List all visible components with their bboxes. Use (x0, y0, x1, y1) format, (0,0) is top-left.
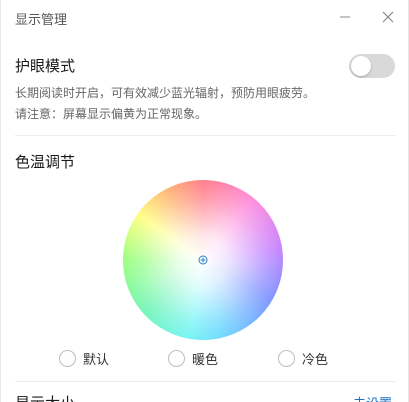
close-button[interactable] (374, 4, 402, 30)
radio-label: 暖色 (192, 353, 219, 368)
divider (15, 135, 396, 136)
radio-label: 冷色 (302, 353, 329, 368)
radio-warm[interactable]: 暖色 (168, 349, 218, 368)
display-management-window: 显示管理 护眼模式 长期阅读时开启，可有效减少蓝光辐射，预防用眼疲劳。 请注意：… (0, 0, 409, 402)
title-bar: 显示管理 (1, 0, 408, 36)
minimize-icon (340, 16, 350, 18)
radio-circle[interactable] (59, 350, 76, 367)
radio-default[interactable]: 默认 (59, 349, 109, 368)
divider (15, 381, 396, 382)
radio-circle[interactable] (168, 350, 185, 367)
display-size-settings-link[interactable]: 去设置 (353, 393, 392, 402)
eye-care-toggle[interactable] (349, 54, 395, 78)
eye-care-title: 护眼模式 (15, 57, 76, 75)
color-temperature-title: 色温调节 (15, 153, 76, 171)
color-wheel[interactable] (123, 180, 283, 340)
window-title: 显示管理 (15, 13, 68, 28)
eye-care-description: 长期阅读时开启，可有效减少蓝光辐射，预防用眼疲劳。 (15, 86, 316, 100)
close-icon (382, 11, 394, 23)
crosshair-icon[interactable] (198, 255, 208, 265)
radio-label: 默认 (83, 353, 110, 368)
radio-cool[interactable]: 冷色 (278, 349, 328, 368)
radio-circle[interactable] (278, 350, 295, 367)
toggle-knob (351, 56, 371, 76)
display-size-title: 显示大小 (15, 392, 75, 402)
eye-care-note: 请注意：屏幕显示偏黄为正常现象。 (15, 107, 208, 121)
minimize-button[interactable] (331, 4, 359, 30)
